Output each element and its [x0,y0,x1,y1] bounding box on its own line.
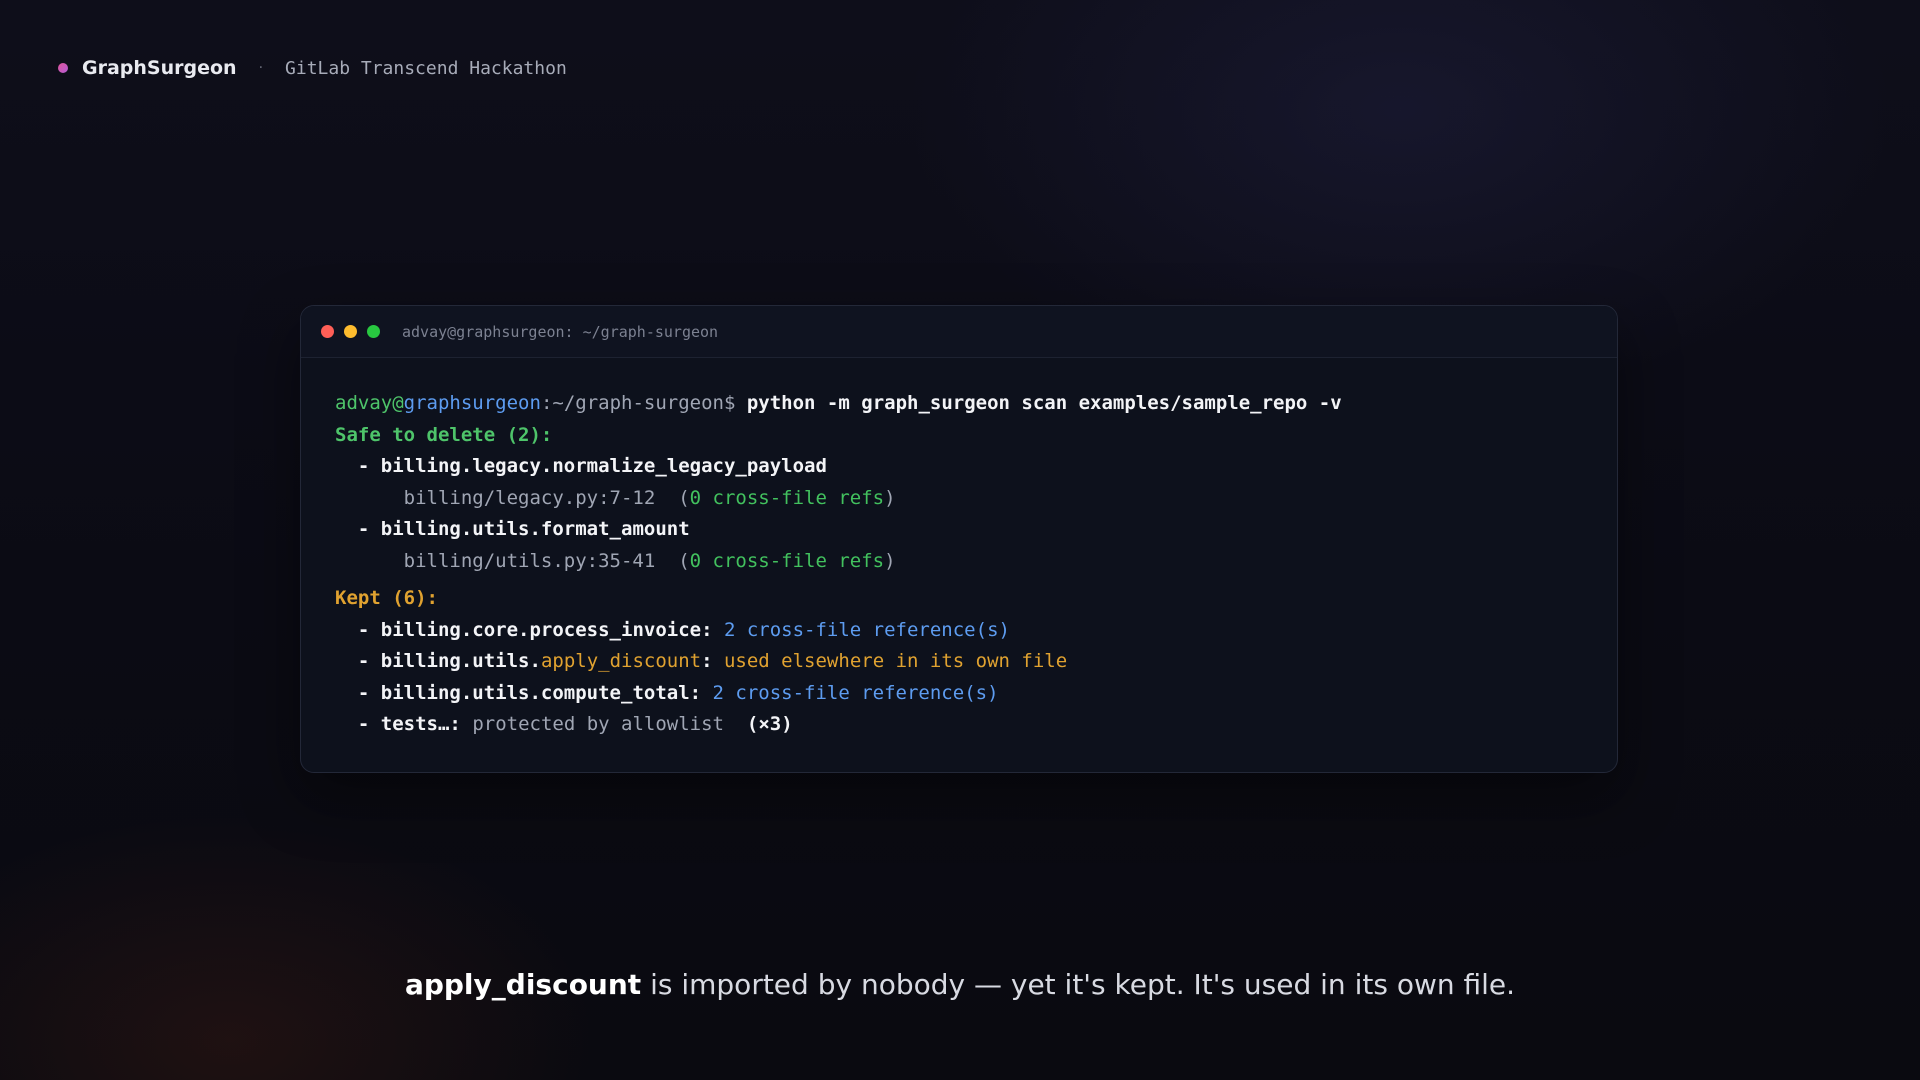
kept-item: - billing.utils.compute_total: 2 cross-f… [335,678,1583,710]
terminal-output[interactable]: advay@graphsurgeon:~/graph-surgeon$ pyth… [301,358,1617,741]
safe-item-name: billing.utils.format_amount [380,518,690,540]
prompt-at: @ [392,392,404,414]
safe-item-location: billing/utils.py:35-41 [403,549,656,572]
close-window-icon[interactable] [321,325,334,338]
caption-text: is imported by nobody — yet it's kept. I… [641,968,1516,1001]
prompt-path: :~/graph-surgeon$ [540,392,736,414]
kept-item-reason: 2 cross-file reference(s) [723,618,1010,641]
header-separator: · [258,60,264,76]
safe-item: - billing.legacy.normalize_legacy_payloa… [335,451,1583,483]
kept-item-colon: : [701,618,724,641]
prompt-user: advay [335,392,393,414]
paren-open: ( [678,486,690,509]
kept-item-name-prefix: billing.utils. [380,650,541,672]
brand-dot-icon [58,63,68,73]
paren-close: ) [884,486,896,509]
paren-close: ) [884,549,896,572]
kept-item-name: billing.core.process_invoice [380,618,702,641]
safe-item-detail: billing/legacy.py:7-12 (0 cross-file ref… [335,483,1583,515]
kept-item-count: (×3) [746,713,793,735]
safe-header: Safe to delete (2): [335,423,553,446]
paren-open: ( [678,549,690,572]
prompt-line: advay@graphsurgeon:~/graph-surgeon$ pyth… [335,388,1583,420]
safe-item-dash: - [357,518,381,540]
kept-item-colon: : [701,650,724,672]
kept-item-dash: - [357,650,381,672]
safe-item: - billing.utils.format_amount [335,514,1583,546]
kept-item-name-highlight: apply_discount [540,650,702,672]
safe-item-detail: billing/utils.py:35-41 (0 cross-file ref… [335,546,1583,578]
terminal-title-bar[interactable]: advay@graphsurgeon: ~/graph-surgeon [301,306,1617,358]
caption: apply_discount is imported by nobody — y… [0,968,1920,1001]
safe-item-refs: 0 cross-file refs [689,549,885,572]
safe-item-dash: - [357,455,381,477]
brand-name: GraphSurgeon [82,57,237,79]
safe-item-location: billing/legacy.py:7-12 [403,486,656,509]
safe-item-name: billing.legacy.normalize_legacy_payload [380,455,827,477]
prompt-host: graphsurgeon [403,392,541,414]
kept-item-reason: protected by allowlist [472,713,724,735]
kept-item: - billing.utils.apply_discount: used els… [335,646,1583,678]
maximize-window-icon[interactable] [367,325,380,338]
command-text: python -m graph_surgeon scan examples/sa… [746,392,1342,414]
top-header: GraphSurgeon · GitLab Transcend Hackatho… [58,56,567,80]
caption-emphasis: apply_discount [404,968,642,1001]
safe-item-refs: 0 cross-file refs [689,486,885,509]
terminal-window-title: advay@graphsurgeon: ~/graph-surgeon [402,322,719,341]
minimize-window-icon[interactable] [344,325,357,338]
kept-item-dash: - [357,713,381,735]
kept-item-name: tests… [380,713,450,735]
kept-item-reason: used elsewhere in its own file [723,650,1068,672]
event-name: GitLab Transcend Hackathon [285,57,567,79]
kept-item-colon: : [449,713,473,735]
kept-header: Kept (6): [335,587,438,609]
kept-item-reason: 2 cross-file reference(s) [712,681,999,704]
kept-item-dash: - [357,681,381,704]
kept-item-name: billing.utils.compute_total [380,681,690,704]
kept-item: - billing.core.process_invoice: 2 cross-… [335,615,1583,647]
kept-item: - tests…: protected by allowlist (×3) [335,709,1583,741]
terminal-window[interactable]: advay@graphsurgeon: ~/graph-surgeon adva… [300,305,1618,773]
kept-item-dash: - [357,618,381,641]
kept-item-colon: : [689,681,713,704]
